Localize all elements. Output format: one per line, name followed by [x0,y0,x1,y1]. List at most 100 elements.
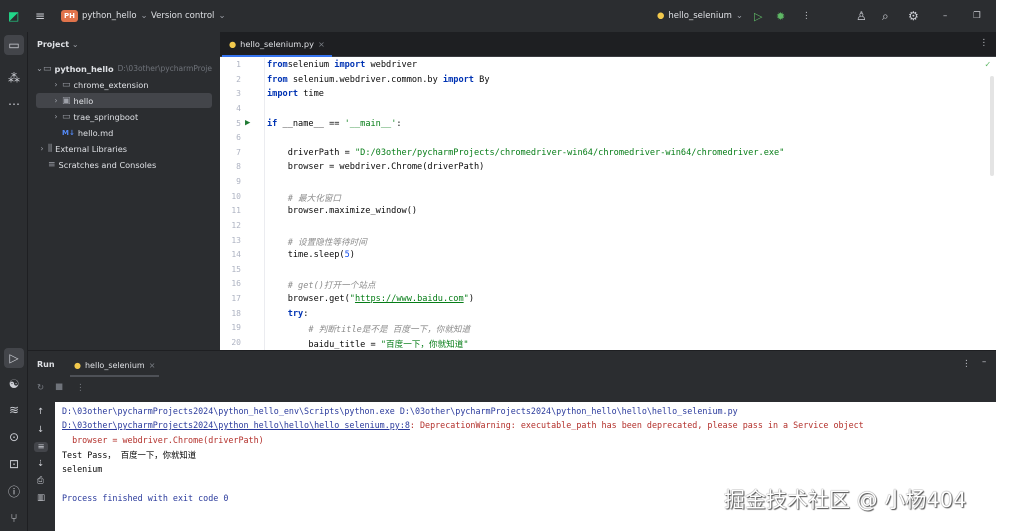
line-number: 14 [231,250,241,260]
search-icon[interactable]: ⌕ [882,9,889,24]
run-icon[interactable]: ▷ [754,10,762,23]
code-line: browser = webdriver.Chrome(driverPath) [267,162,485,172]
code-token: import [334,60,366,70]
code-token: import [267,89,299,100]
chevron-right-icon[interactable]: › [36,144,48,153]
project-switcher[interactable]: PH python_hello ⌄ [61,10,148,22]
project-panel-header[interactable]: Project ⌄ [37,40,79,49]
services-icon[interactable]: ⊙ [4,427,24,447]
code-area[interactable]: 1 fromselenium import webdriver 2 from sele… [220,58,996,350]
code-token: from [267,60,288,70]
code-token: from [267,74,288,85]
run-tool-icon[interactable]: ▷ [4,348,24,368]
tab-hello-selenium[interactable]: ● hello_selenium.py × [222,32,332,57]
tree-item[interactable]: › ▣ hello [36,93,212,108]
no-problems-check-icon[interactable]: ✓ [985,60,990,70]
folder-icon: ▭ [62,79,71,90]
code-token: try [267,308,304,319]
watermark: 掘金技术社区 @ 小杨404 [724,488,967,512]
code-token: ) [349,250,355,261]
restore-icon[interactable]: ❐ [973,11,981,21]
code-token: time [298,89,324,100]
code-line: import time [267,89,324,99]
line-number: 15 [231,264,241,274]
line-number: 11 [231,206,241,216]
git-icon[interactable]: ⑂ [4,508,24,528]
code-line: # 判断title是不是 百度一下，你就知道 [267,323,470,335]
run-gutter-icon[interactable]: ▶ [245,118,250,128]
tree-item-label: External Libraries [55,143,128,154]
tree-item[interactable]: M↓ hello.md [36,125,212,140]
close-icon[interactable]: × [318,39,325,49]
tree-item[interactable]: ⌄ ▭ python_hello D:\03other\pycharmProje [36,61,212,76]
left-tool-strip: ▭ ⁂ ⋯ ▷ ☯ ≋ ⊙ ⊡ ⓘ ⑂ [0,32,28,531]
run-config-selector[interactable]: ● hello_selenium ⌄ [657,11,743,21]
more-icon[interactable]: ⋮ [802,11,811,21]
close-icon[interactable]: × [149,361,156,370]
code-line: time.sleep(5) [267,250,355,260]
add-user-icon[interactable]: ♙ [856,9,867,23]
editor-tab-bar: ● hello_selenium.py × ⋮ [220,32,996,57]
code-token: # 判断title是不是 百度一下，你就知道 [267,325,471,336]
more-icon[interactable]: ⋮ [980,38,989,48]
markdown-icon: M↓ [62,128,75,137]
more-icon[interactable]: ⋮ [76,383,85,393]
tree-item-path: D:\03other\pycharmProje [117,64,212,73]
line-number: 16 [231,279,241,289]
up-arrow-icon[interactable]: ↑ [37,407,44,417]
python-console-icon[interactable]: ☯ [4,374,24,394]
console-file-link[interactable]: D:\03other\pycharmProjects2024\python_he… [62,420,410,430]
tree-item[interactable]: › ⫼ External Libraries [36,141,212,156]
code-token: "D:/03other/pycharmProjects/chromedriver… [354,147,785,158]
soft-wrap-icon[interactable]: ≡ [34,442,48,452]
more-icon[interactable]: ⋮ [962,359,971,369]
print-icon[interactable]: ⎙ [37,476,44,486]
minimize-icon[interactable]: – [943,11,947,21]
code-line: from selenium.webdriver.common.by import… [267,75,490,85]
main-menu-icon[interactable]: ≡ [35,9,45,23]
chevron-right-icon[interactable]: › [50,112,62,121]
line-number: 13 [231,235,241,245]
code-token: browser.get( [267,294,350,305]
tree-item[interactable]: ≡ Scratches and Consoles [36,157,212,172]
layers-icon[interactable]: ≋ [4,400,24,420]
more-tools-icon[interactable]: ⋯ [4,94,24,114]
pycharm-logo-icon: ◩ [8,9,20,23]
chevron-right-icon[interactable]: › [50,80,62,89]
tree-item[interactable]: › ▭ chrome_extension [36,77,212,92]
line-number: 19 [231,323,241,333]
debug-icon[interactable]: ✹ [776,10,785,23]
problems-icon[interactable]: ⓘ [4,481,24,501]
tree-item[interactable]: › ▭ trae_springboot [36,109,212,124]
code-token: __name__ == [277,118,345,129]
python-file-icon: ● [229,38,237,49]
tree-item-label: hello [73,95,94,106]
terminal-icon[interactable]: ⊡ [4,454,24,474]
run-tab[interactable]: ● hello_selenium × [70,355,160,377]
rerun-icon[interactable]: ↻ [37,383,44,393]
chevron-right-icon[interactable]: › [50,96,62,105]
stop-icon[interactable]: ■ [55,382,63,392]
line-number: 5 [236,118,241,128]
tree-item-label: python_hello [54,63,114,74]
line-number: 1 [236,60,241,69]
code-line: try: [267,308,309,319]
console-text: selenium [62,464,103,474]
down-arrow-icon[interactable]: ↓ [37,425,44,435]
line-number: 18 [231,308,241,318]
code-token: # 最大化窗口 [267,193,342,204]
settings-icon[interactable]: ⚙ [908,9,919,23]
code-token: # 设置隐性等待时间 [267,237,367,248]
library-icon: ⫼ [48,143,53,154]
structure-icon[interactable]: ⁂ [4,68,24,88]
minimize-panel-icon[interactable]: – [982,357,986,367]
scrollbar[interactable] [990,76,994,176]
scroll-to-end-icon[interactable]: ⇣ [37,459,44,469]
project-folder-icon[interactable]: ▭ [4,35,24,55]
trash-icon[interactable]: ▥ [37,493,45,503]
code-token: By [473,74,490,85]
console-text: : DeprecationWarning: executable_path ha… [409,420,864,430]
chevron-down-icon: ⌄ [140,11,148,21]
chevron-down-icon[interactable]: ⌄ [36,64,43,73]
version-control-menu[interactable]: Version control ⌄ [151,11,226,21]
